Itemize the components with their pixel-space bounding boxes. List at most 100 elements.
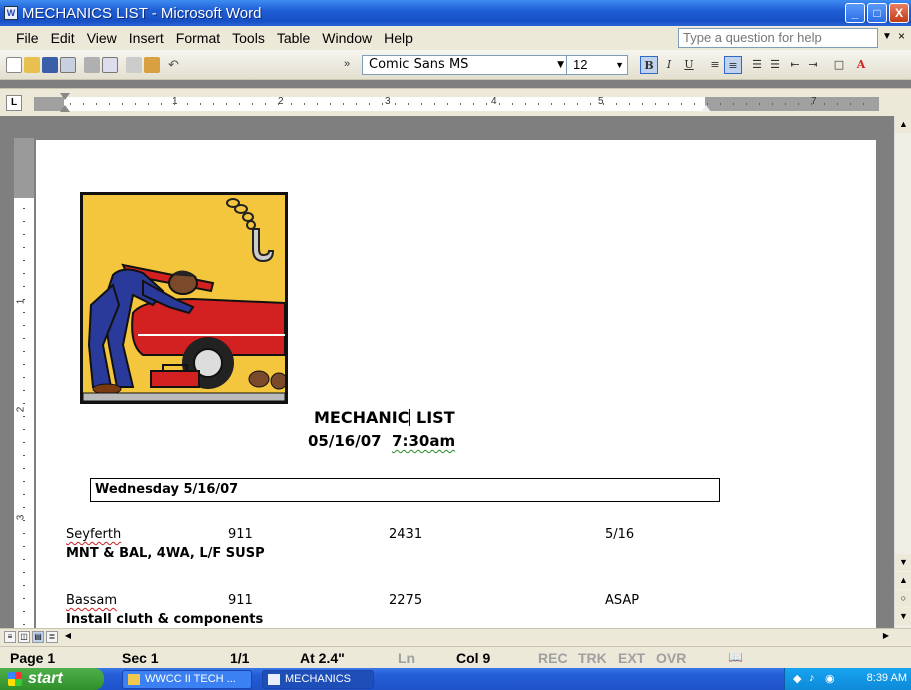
- align-center-icon[interactable]: ≡: [724, 56, 742, 74]
- decrease-indent-icon[interactable]: ⇤: [786, 56, 804, 74]
- open-folder-icon[interactable]: [24, 57, 40, 73]
- normal-view-icon[interactable]: ≡: [4, 631, 16, 643]
- taskbar-item-word[interactable]: MECHANICS LIS...: [262, 670, 374, 689]
- print-icon[interactable]: [84, 57, 100, 73]
- italic-button[interactable]: I: [660, 56, 678, 74]
- record-unit[interactable]: 911: [228, 593, 253, 608]
- scroll-up-icon[interactable]: ▲: [895, 116, 911, 133]
- record-due[interactable]: 5/16: [605, 527, 634, 542]
- status-overtype[interactable]: OVR: [656, 650, 686, 666]
- record-due[interactable]: ASAP: [605, 593, 639, 608]
- bold-button[interactable]: B: [640, 56, 658, 74]
- cut-icon[interactable]: [126, 57, 142, 73]
- menu-help[interactable]: Help: [378, 30, 419, 46]
- ruler-tick: [343, 103, 344, 105]
- ruler-tick: [408, 103, 409, 105]
- start-button[interactable]: start: [0, 668, 104, 690]
- ruler-tick: [304, 103, 305, 105]
- word-app-icon[interactable]: W: [4, 6, 18, 20]
- ruler-tick: [811, 103, 812, 105]
- underline-button[interactable]: U: [680, 56, 698, 74]
- close-button[interactable]: X: [889, 3, 909, 23]
- increase-indent-icon[interactable]: ⇥: [804, 56, 822, 74]
- next-page-icon[interactable]: ▼: [895, 608, 911, 625]
- help-search-input[interactable]: Type a question for help: [678, 28, 878, 48]
- taskbar-item-folder[interactable]: WWCC II TECH ...: [122, 670, 252, 689]
- menu-edit[interactable]: Edit: [45, 30, 81, 46]
- horizontal-ruler[interactable]: L 1 2 3 4 5 7: [0, 88, 911, 116]
- right-indent-marker[interactable]: [701, 105, 711, 112]
- ruler-number: 3: [385, 96, 391, 107]
- align-left-icon[interactable]: ≡: [706, 56, 724, 74]
- left-indent-marker[interactable]: [60, 105, 70, 112]
- volume-icon[interactable]: ♪: [809, 672, 815, 684]
- maximize-button[interactable]: □: [867, 3, 887, 23]
- horizontal-scrollbar[interactable]: ≡ ◫ ▤ ≣ ◀ ▶: [0, 628, 911, 646]
- taskbar: start WWCC II TECH ... MECHANICS LIS... …: [0, 668, 911, 690]
- document-title[interactable]: MECHANIC LIST: [314, 408, 455, 427]
- ruler-tick: [330, 103, 331, 105]
- document-date-line[interactable]: 05/16/07 7:30am: [308, 432, 455, 450]
- vertical-ruler-tick: [23, 611, 25, 612]
- permission-icon[interactable]: [60, 57, 76, 73]
- day-header-box[interactable]: Wednesday 5/16/07: [90, 478, 720, 502]
- print-layout-icon[interactable]: ▤: [32, 631, 44, 643]
- close-document-icon[interactable]: ×: [898, 29, 905, 43]
- undo-icon[interactable]: ↶: [168, 57, 184, 73]
- outline-view-icon[interactable]: ≣: [46, 631, 58, 643]
- numbering-icon[interactable]: ☰: [748, 56, 766, 74]
- toolbar-overflow-icon[interactable]: »: [344, 57, 360, 73]
- vertical-scrollbar[interactable]: ▲ ▼ ▲ ○ ▼: [894, 116, 911, 628]
- paste-icon[interactable]: [144, 57, 160, 73]
- size-dropdown-icon[interactable]: ▼: [615, 56, 624, 74]
- bullets-icon[interactable]: ☰: [766, 56, 784, 74]
- vertical-ruler-tick: [23, 429, 25, 430]
- scroll-down-icon[interactable]: ▼: [895, 554, 911, 571]
- tray-app-icon[interactable]: ◉: [825, 672, 835, 685]
- menu-insert[interactable]: Insert: [123, 30, 170, 46]
- scroll-right-icon[interactable]: ▶: [880, 631, 892, 643]
- vertical-ruler[interactable]: [14, 138, 34, 628]
- font-color-icon[interactable]: A: [852, 56, 870, 74]
- border-icon[interactable]: □: [830, 56, 848, 74]
- status-record-macro[interactable]: REC: [538, 650, 568, 666]
- print-preview-icon[interactable]: [102, 57, 118, 73]
- menu-format[interactable]: Format: [170, 30, 226, 46]
- tab-selector-icon[interactable]: L: [6, 95, 22, 111]
- font-name-select[interactable]: Comic Sans MS ▼: [362, 55, 568, 75]
- save-icon[interactable]: [42, 57, 58, 73]
- window-controls: _ □ X: [845, 3, 909, 23]
- mechanic-clipart-image[interactable]: [80, 192, 288, 404]
- menu-table[interactable]: Table: [271, 30, 316, 46]
- record-name[interactable]: Seyferth: [66, 527, 121, 542]
- menu-view[interactable]: View: [81, 30, 123, 46]
- menu-tools[interactable]: Tools: [226, 30, 271, 46]
- menu-file[interactable]: File: [10, 30, 45, 46]
- select-browse-object-icon[interactable]: ○: [895, 590, 911, 607]
- status-section: Sec 1: [122, 650, 159, 666]
- status-track-changes[interactable]: TRK: [578, 650, 607, 666]
- minimize-button[interactable]: _: [845, 3, 865, 23]
- first-line-indent-marker[interactable]: [60, 93, 70, 100]
- vertical-ruler-tick: [23, 208, 25, 209]
- record-number[interactable]: 2275: [389, 593, 422, 608]
- record-unit[interactable]: 911: [228, 527, 253, 542]
- web-layout-icon[interactable]: ◫: [18, 631, 30, 643]
- scroll-left-icon[interactable]: ◀: [62, 631, 74, 643]
- record-name[interactable]: Bassam: [66, 593, 117, 608]
- ruler-tick: [200, 103, 201, 105]
- record-number[interactable]: 2431: [389, 527, 422, 542]
- status-extend[interactable]: EXT: [618, 650, 645, 666]
- network-icon[interactable]: ◆: [793, 672, 801, 685]
- ruler-tick: [473, 103, 474, 105]
- menu-window[interactable]: Window: [316, 30, 378, 46]
- spelling-status-icon[interactable]: 📖: [728, 650, 743, 664]
- record-description[interactable]: Install cluth & components: [66, 612, 263, 627]
- font-size-select[interactable]: 12 ▼: [566, 55, 628, 75]
- ruler-number: 2: [278, 96, 284, 107]
- new-document-icon[interactable]: [6, 57, 22, 73]
- font-dropdown-icon[interactable]: ▼: [557, 56, 564, 74]
- help-dropdown-icon[interactable]: ▼: [882, 31, 892, 42]
- record-description[interactable]: MNT & BAL, 4WA, L/F SUSP: [66, 546, 265, 561]
- previous-page-icon[interactable]: ▲: [895, 572, 911, 589]
